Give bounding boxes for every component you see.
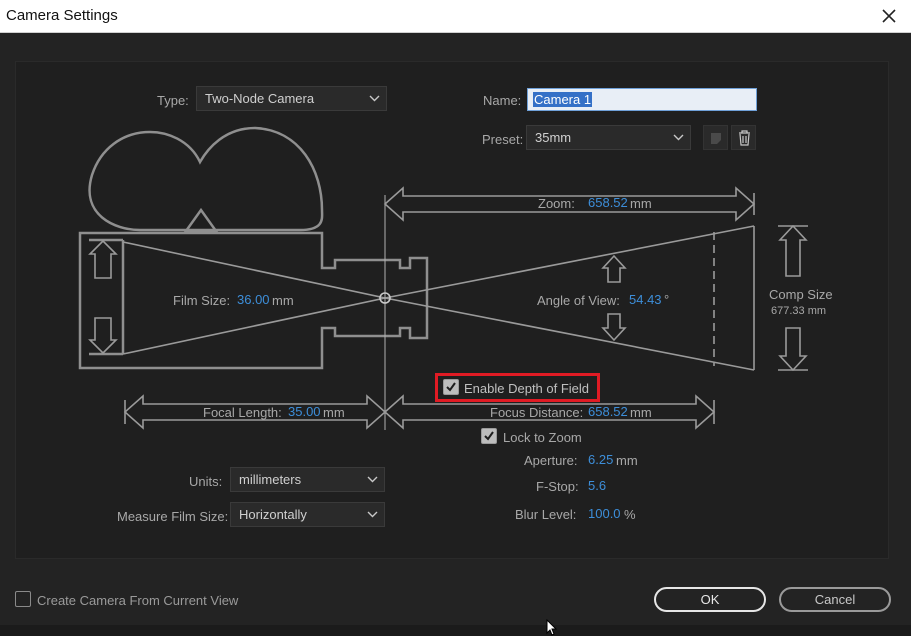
- aperture-value[interactable]: 6.25: [588, 452, 613, 467]
- chevron-down-icon: [367, 476, 378, 483]
- blur-level-value[interactable]: 100.0: [588, 506, 621, 521]
- save-preset-icon: [711, 133, 721, 144]
- zoom-unit: mm: [630, 196, 652, 211]
- ok-button[interactable]: OK: [654, 587, 766, 612]
- film-size-unit: mm: [272, 293, 294, 308]
- f-stop-value[interactable]: 5.6: [588, 478, 606, 493]
- units-label: Units:: [189, 474, 223, 489]
- preset-dropdown-value: 35mm: [535, 130, 572, 145]
- create-from-view-label[interactable]: Create Camera From Current View: [37, 593, 238, 608]
- zoom-value[interactable]: 658.52: [588, 195, 628, 210]
- focal-length-unit: mm: [323, 405, 345, 420]
- chevron-down-icon: [369, 95, 380, 102]
- cancel-button[interactable]: Cancel: [779, 587, 891, 612]
- f-stop-label: F-Stop:: [536, 479, 579, 494]
- focus-distance-label: Focus Distance:: [490, 405, 584, 420]
- focus-distance-unit: mm: [630, 405, 652, 420]
- measure-film-size-dropdown-value: Horizontally: [239, 507, 307, 522]
- aperture-unit: mm: [616, 453, 638, 468]
- blur-level-unit: %: [624, 507, 636, 522]
- chevron-down-icon: [367, 511, 378, 518]
- taskbar-strip: [0, 625, 911, 636]
- highlight-box: [435, 373, 600, 402]
- aperture-label: Aperture:: [524, 453, 578, 468]
- preset-dropdown[interactable]: 35mm: [526, 125, 691, 150]
- film-up-arrow: [88, 239, 118, 279]
- focal-length-value[interactable]: 35.00: [288, 404, 321, 419]
- focus-distance-value[interactable]: 658.52: [588, 404, 628, 419]
- delete-preset-button[interactable]: [731, 125, 756, 150]
- checkmark-icon: [484, 431, 494, 441]
- measure-film-size-dropdown[interactable]: Horizontally: [230, 502, 385, 527]
- comp-size-label: Comp Size: [769, 287, 833, 302]
- preset-label: Preset:: [482, 132, 524, 147]
- film-size-value[interactable]: 36.00: [237, 292, 270, 307]
- comp-size-value: 677.33 mm: [771, 305, 827, 317]
- create-from-view-checkbox[interactable]: [15, 591, 31, 607]
- type-label: Type:: [157, 93, 189, 108]
- units-dropdown-value: millimeters: [239, 472, 302, 487]
- type-dropdown-value: Two-Node Camera: [205, 91, 315, 106]
- comp-down-arrow: [778, 327, 808, 372]
- mouse-cursor-icon: [546, 619, 558, 636]
- angle-of-view-value[interactable]: 54.43: [629, 292, 662, 307]
- chevron-down-icon: [673, 134, 684, 141]
- save-preset-button[interactable]: [703, 125, 728, 150]
- lock-to-zoom-label[interactable]: Lock to Zoom: [503, 430, 582, 445]
- type-dropdown[interactable]: Two-Node Camera: [196, 86, 387, 111]
- film-size-label: Film Size:: [173, 293, 231, 308]
- lock-to-zoom-checkbox[interactable]: [481, 428, 497, 444]
- aov-up-arrow: [601, 254, 627, 283]
- angle-of-view-unit: °: [664, 292, 670, 307]
- camera-diagram: [78, 126, 808, 430]
- camera-triangle: [183, 207, 219, 233]
- film-down-arrow: [88, 317, 118, 355]
- zoom-label: Zoom:: [538, 196, 575, 211]
- name-input[interactable]: Camera 1: [527, 88, 757, 111]
- trash-icon: [739, 130, 750, 146]
- name-label: Name:: [483, 93, 522, 108]
- angle-of-view-label: Angle of View:: [537, 293, 620, 308]
- name-input-value: Camera 1: [533, 92, 593, 107]
- comp-up-arrow: [778, 224, 808, 277]
- units-dropdown[interactable]: millimeters: [230, 467, 385, 492]
- focal-length-label: Focal Length:: [203, 405, 282, 420]
- aov-down-arrow: [601, 313, 627, 342]
- blur-level-label: Blur Level:: [515, 507, 577, 522]
- measure-film-size-label: Measure Film Size:: [117, 509, 229, 524]
